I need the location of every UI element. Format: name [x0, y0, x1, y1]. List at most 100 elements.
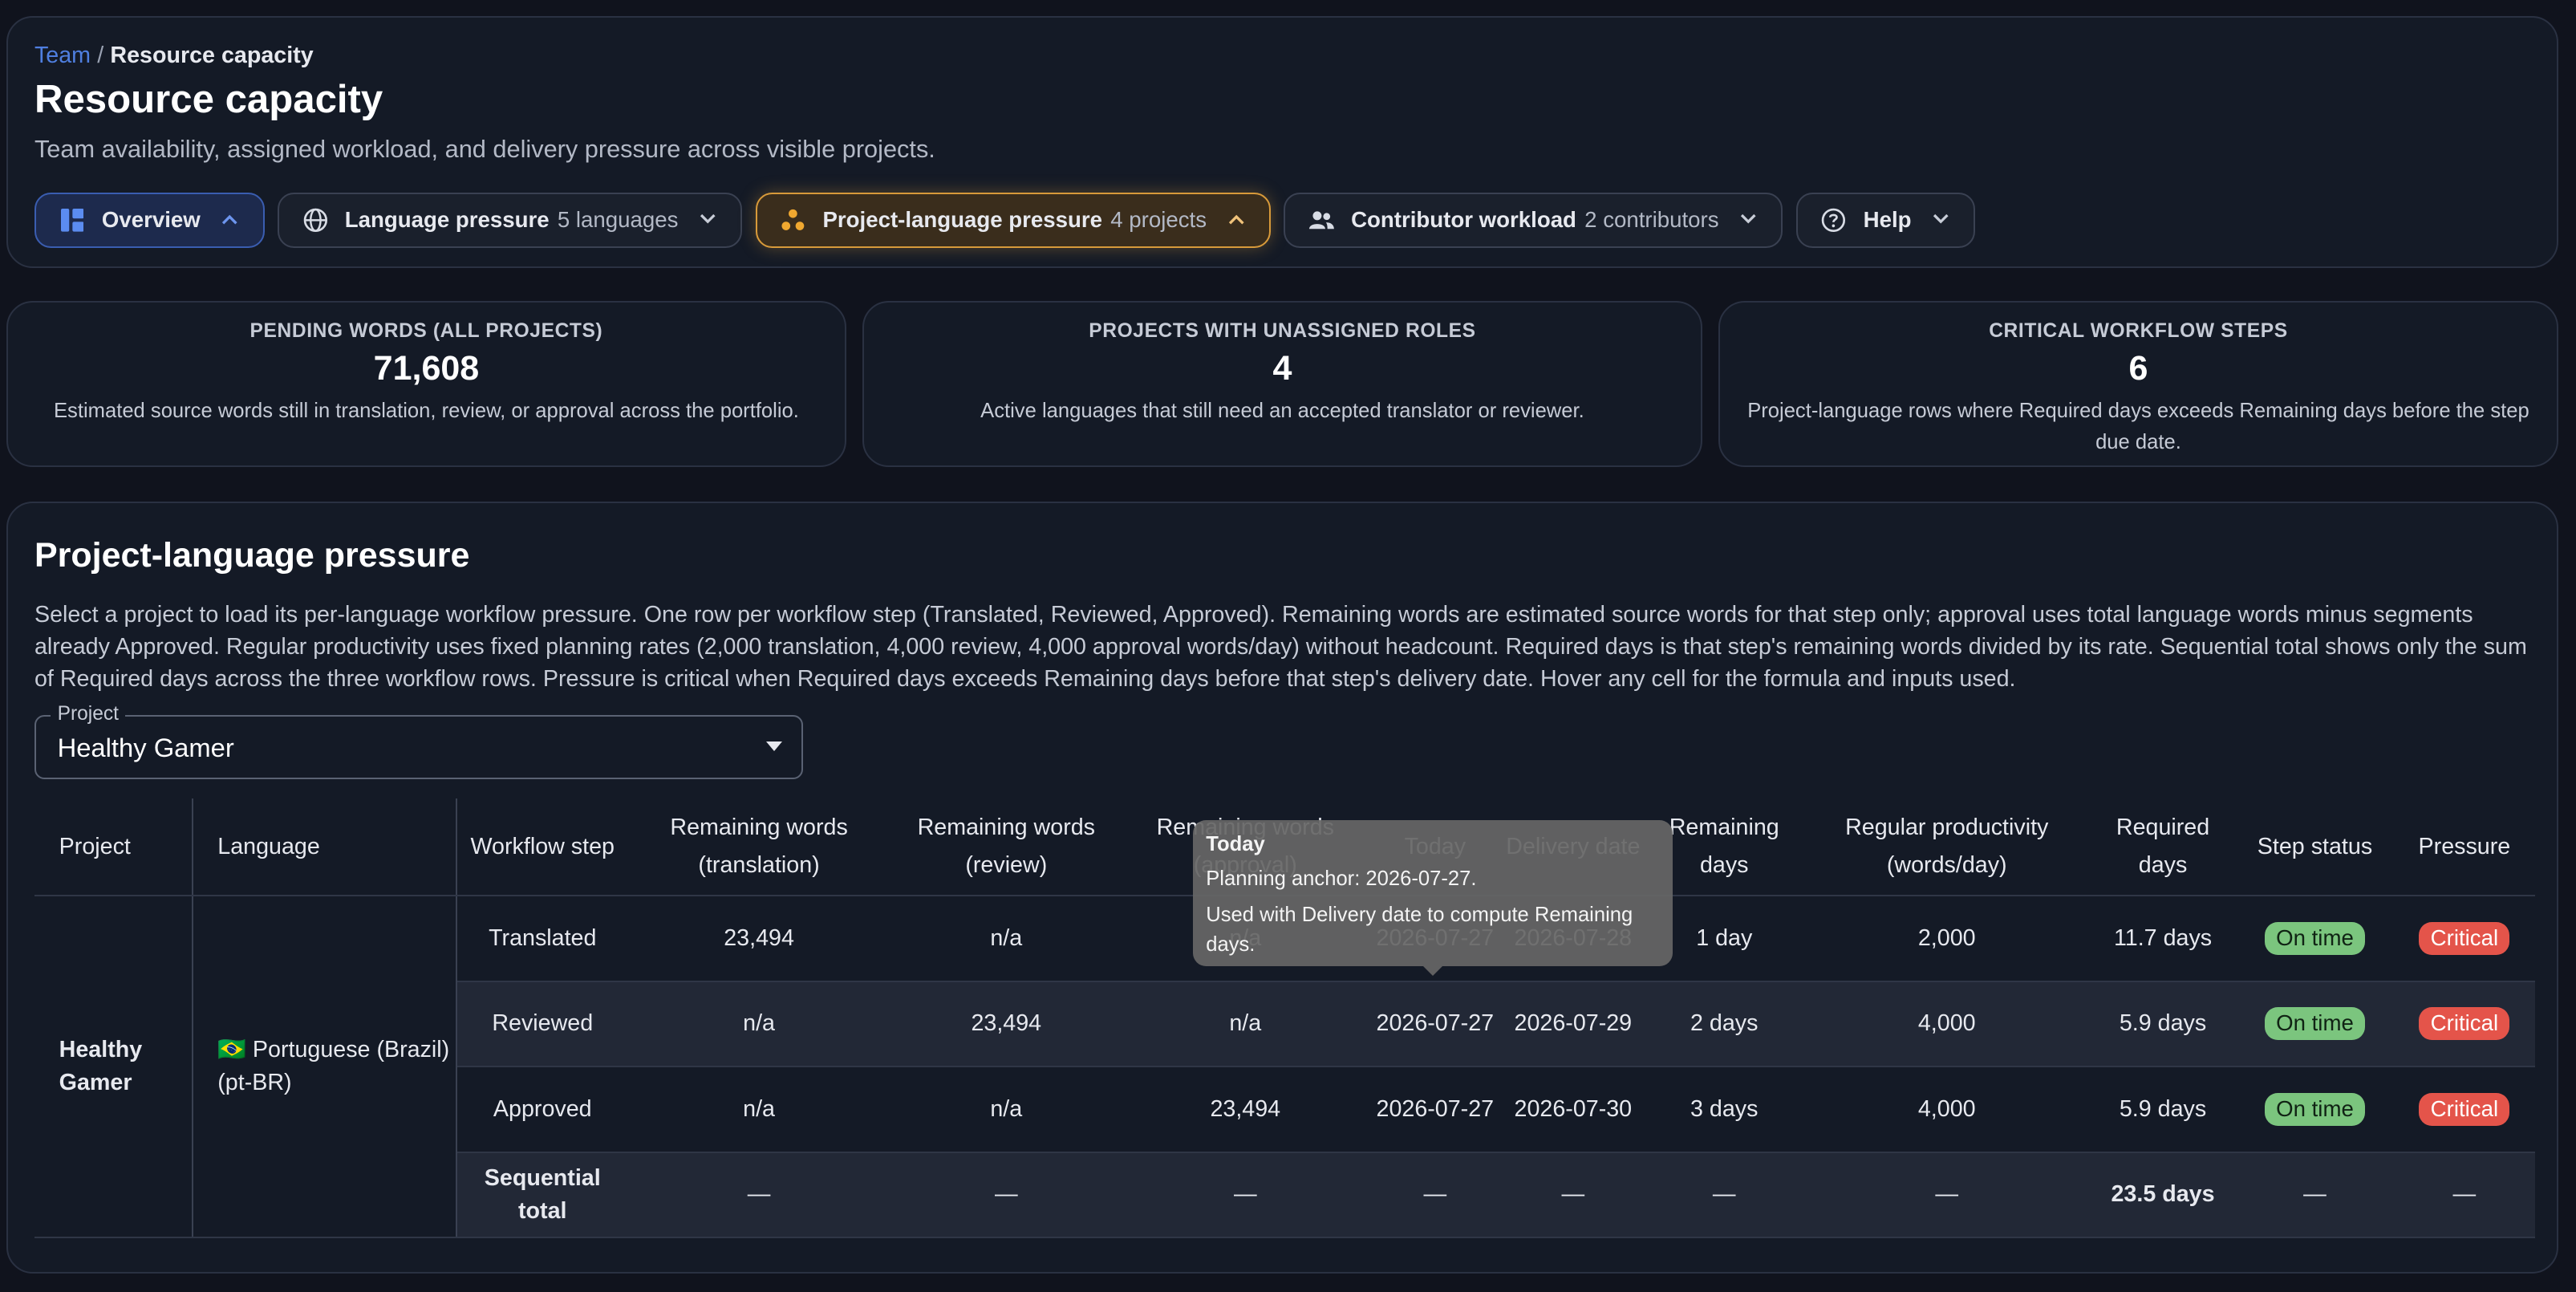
globe-icon — [302, 207, 329, 234]
pressure-badge: Critical — [2419, 1007, 2510, 1041]
project-select-legend: Project — [51, 703, 126, 726]
chevron-up-icon — [220, 210, 240, 230]
cell-today[interactable]: 2026-07-27 — [1368, 981, 1502, 1068]
cell-rw-approval[interactable]: n/a — [1122, 981, 1369, 1068]
breadcrumb-link-team[interactable]: Team — [34, 43, 91, 68]
cell-remaining-days[interactable]: 2 days — [1644, 981, 1804, 1068]
caret-down-icon — [765, 741, 782, 751]
breadcrumb: Team / Resource capacity — [34, 43, 314, 69]
stat-label: CRITICAL WORKFLOW STEPS — [1989, 320, 2288, 343]
cell-productivity[interactable]: 2,000 — [1803, 896, 2090, 982]
tab-contributor-workload[interactable]: Contributor workload 2 contributors — [1284, 192, 1783, 249]
cell-total-dash: — — [2393, 1152, 2535, 1239]
cell-total-label[interactable]: Sequential total — [456, 1152, 628, 1239]
tooltip-line: Used with Delivery date to compute Remai… — [1206, 904, 1633, 957]
cell-total-dash: — — [1368, 1152, 1502, 1239]
cell-delivery[interactable]: 2026-07-30 — [1501, 1067, 1645, 1153]
cell-total-dash: — — [1501, 1152, 1645, 1239]
section-title: Project-language pressure — [34, 535, 470, 575]
col-header-language[interactable]: Language — [192, 798, 458, 897]
cell-step-status[interactable]: On time — [2236, 981, 2394, 1068]
tooltip-arrow — [1422, 966, 1442, 976]
cell-today[interactable]: 2026-07-27 — [1368, 1067, 1502, 1153]
stat-label: PENDING WORDS (ALL PROJECTS) — [249, 320, 603, 343]
breadcrumb-current: Resource capacity — [110, 43, 314, 69]
tab-project-language-pressure[interactable]: Project-language pressure 4 projects — [755, 192, 1271, 249]
cell-project[interactable]: Healthy Gamer — [34, 896, 193, 1239]
status-badge: On time — [2264, 1007, 2366, 1041]
cell-pressure[interactable]: Critical — [2393, 896, 2535, 982]
tab-bar: Overview Language pressure 5 languages P… — [34, 192, 1976, 249]
cell-rw-translation[interactable]: 23,494 — [627, 896, 890, 982]
chevron-up-icon — [1227, 210, 1247, 230]
cell-required-days[interactable]: 5.9 days — [2089, 981, 2237, 1068]
cell-total-dash: — — [1803, 1152, 2090, 1239]
cell-rw-review[interactable]: n/a — [890, 896, 1122, 982]
stat-description: Project-language rows where Required day… — [1747, 399, 2529, 453]
status-badge: On time — [2264, 921, 2366, 955]
language-label: Portuguese (Brazil) (pt-BR) — [217, 1037, 450, 1096]
cell-productivity[interactable]: 4,000 — [1803, 981, 2090, 1068]
section-description: Select a project to load its per-languag… — [34, 602, 2527, 693]
cell-step-status[interactable]: On time — [2236, 1067, 2394, 1153]
chevron-down-icon — [1931, 210, 1951, 230]
tab-count: 2 contributors — [1584, 207, 1719, 233]
tab-overview[interactable]: Overview — [34, 192, 265, 249]
tab-label: Project-language pressure — [822, 207, 1103, 233]
cell-delivery[interactable]: 2026-07-29 — [1501, 981, 1645, 1068]
chevron-down-icon — [1738, 210, 1759, 230]
cell-language[interactable]: 🇧🇷 Portuguese (Brazil) (pt-BR) — [192, 896, 458, 1239]
cell-total-required-days[interactable]: 23.5 days — [2089, 1152, 2237, 1239]
stat-value: 4 — [1272, 349, 1292, 388]
cell-required-days[interactable]: 11.7 days — [2089, 896, 2237, 982]
cell-rw-translation[interactable]: n/a — [627, 981, 890, 1068]
tab-label: Help — [1863, 207, 1912, 233]
pressure-badge: Critical — [2419, 921, 2510, 955]
tab-label: Language pressure — [344, 207, 550, 233]
cell-pressure[interactable]: Critical — [2393, 981, 2535, 1068]
tab-help[interactable]: Help — [1795, 192, 1976, 249]
stat-card-unassigned-roles: PROJECTS WITH UNASSIGNED ROLES 4 Active … — [862, 300, 1702, 467]
cell-step[interactable]: Reviewed — [456, 981, 628, 1068]
cell-rw-translation[interactable]: n/a — [627, 1067, 890, 1153]
cell-step[interactable]: Translated — [456, 896, 628, 982]
col-header-pressure[interactable]: Pressure — [2393, 798, 2535, 897]
stat-value: 71,608 — [373, 349, 480, 388]
col-header-project[interactable]: Project — [34, 798, 193, 897]
cell-productivity[interactable]: 4,000 — [1803, 1067, 2090, 1153]
cell-total-dash: — — [890, 1152, 1122, 1239]
grid-icon — [59, 207, 86, 234]
project-select-value: Healthy Gamer — [57, 733, 234, 763]
cell-rw-approval[interactable]: 23,494 — [1122, 1067, 1369, 1153]
tab-label: Overview — [101, 207, 201, 233]
col-header-remaining-words-review[interactable]: Remaining words (review) — [890, 798, 1122, 897]
cell-pressure[interactable]: Critical — [2393, 1067, 2535, 1153]
col-header-workflow-step[interactable]: Workflow step — [456, 798, 628, 897]
cell-step[interactable]: Approved — [456, 1067, 628, 1153]
cell-remaining-days[interactable]: 3 days — [1644, 1067, 1804, 1153]
pressure-badge: Critical — [2419, 1092, 2510, 1126]
stat-description: Estimated source words still in translat… — [53, 399, 799, 422]
project-select[interactable]: Project Healthy Gamer — [34, 703, 804, 779]
cell-rw-review[interactable]: n/a — [890, 1067, 1122, 1153]
col-header-required-days[interactable]: Required days — [2089, 798, 2237, 897]
brazil-flag-icon: 🇧🇷 — [217, 1037, 246, 1063]
cell-rw-review[interactable]: 23,494 — [890, 981, 1122, 1068]
col-header-step-status[interactable]: Step status — [2236, 798, 2394, 897]
col-header-remaining-words-translation[interactable]: Remaining words (translation) — [627, 798, 890, 897]
tooltip-title: Today — [1206, 833, 1265, 856]
people-icon — [1308, 207, 1335, 234]
cell-step-status[interactable]: On time — [2236, 896, 2394, 982]
stat-label: PROJECTS WITH UNASSIGNED ROLES — [1089, 320, 1476, 343]
header-panel: Team / Resource capacity Resource capacity… — [6, 16, 2558, 268]
col-header-regular-productivity[interactable]: Regular productivity (words/day) — [1803, 798, 2090, 897]
tab-language-pressure[interactable]: Language pressure 5 languages — [277, 192, 743, 249]
cell-total-dash: — — [1644, 1152, 1804, 1239]
cell-total-dash: — — [2236, 1152, 2394, 1239]
stat-card-pending-words: PENDING WORDS (ALL PROJECTS) 71,608 Esti… — [6, 300, 846, 467]
cell-required-days[interactable]: 5.9 days — [2089, 1067, 2237, 1153]
chevron-down-icon — [698, 210, 718, 230]
page-title: Resource capacity — [34, 78, 383, 122]
breadcrumb-separator: / — [97, 43, 104, 69]
status-badge: On time — [2264, 1092, 2366, 1126]
